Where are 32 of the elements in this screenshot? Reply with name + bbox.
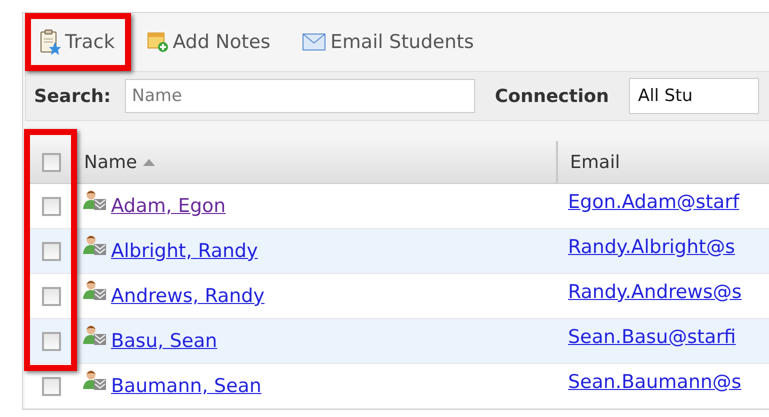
column-header[interactable]: Name xyxy=(78,141,556,183)
clipboard-star-icon xyxy=(39,29,61,55)
student-name-link[interactable]: Basu, Sean xyxy=(111,330,218,352)
toolbar-button[interactable]: Email Students xyxy=(298,25,486,59)
search-label: Search: xyxy=(34,86,111,106)
toolbar-button[interactable]: Track xyxy=(35,23,127,61)
student-icon xyxy=(83,234,107,256)
student-name-link[interactable]: Albright, Randy xyxy=(111,240,258,262)
toolbar-button[interactable]: Add Notes xyxy=(142,25,282,59)
connection-label: Connection xyxy=(494,86,609,106)
student-name-link[interactable]: Baumann, Sean xyxy=(111,375,262,397)
email-link[interactable]: Sean.Basu@starfi xyxy=(568,326,736,348)
email-link[interactable]: Sean.Baumann@s xyxy=(568,371,742,393)
search-field[interactable]: Name xyxy=(124,79,475,113)
connection-dropdown[interactable]: All Stu xyxy=(628,78,759,114)
row-checkbox[interactable] xyxy=(42,196,61,216)
note-add-icon xyxy=(146,31,169,53)
email-link[interactable]: Egon.Adam@starf xyxy=(568,191,740,213)
student-icon xyxy=(83,324,107,346)
student-icon xyxy=(83,369,107,391)
email-link[interactable]: Randy.Albright@s xyxy=(568,236,735,258)
student-icon xyxy=(83,189,107,211)
row-checkbox[interactable] xyxy=(42,332,61,350)
student-name-link[interactable]: Andrews, Randy xyxy=(111,285,264,307)
envelope-icon xyxy=(302,33,326,51)
row-checkbox[interactable] xyxy=(42,376,61,396)
row-checkbox[interactable] xyxy=(42,242,61,260)
student-name-link[interactable]: Adam, Egon xyxy=(111,195,226,217)
select-all-checkbox[interactable] xyxy=(42,152,61,172)
row-checkbox[interactable] xyxy=(42,286,61,306)
email-link[interactable]: Randy.Andrews@s xyxy=(568,281,742,303)
student-icon xyxy=(83,279,107,301)
